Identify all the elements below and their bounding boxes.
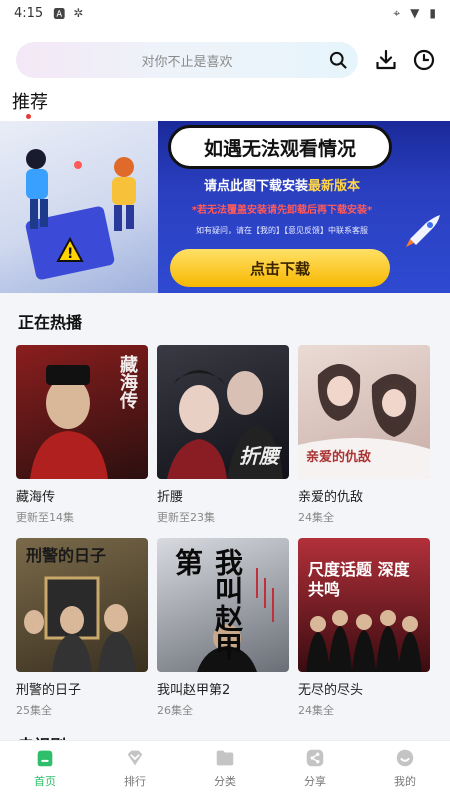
poster-title: 我叫赵甲第 bbox=[171, 548, 244, 660]
download-icon[interactable] bbox=[374, 48, 398, 72]
category-icon bbox=[216, 750, 234, 766]
nav-ranking[interactable]: 排行 bbox=[90, 741, 180, 797]
banner-line2: *若无法覆盖安装请先卸载后再下载安装* bbox=[191, 205, 373, 216]
video-status: 24集全 bbox=[298, 511, 334, 524]
banner-title: 如遇无法观看情况 bbox=[168, 125, 392, 169]
nav-category[interactable]: 分类 bbox=[180, 741, 270, 797]
svg-text:!: ! bbox=[67, 246, 73, 262]
video-card[interactable]: 折腰 折腰 更新至23集 bbox=[157, 345, 289, 525]
video-status: 24集全 bbox=[298, 704, 334, 717]
video-card[interactable]: 藏海传 藏海传 更新至14集 bbox=[16, 345, 148, 525]
status-bar: 4:15 🅰 ✲ ⌖ ▼ ▮ bbox=[0, 0, 450, 26]
video-poster[interactable]: 亲爱的仇敌 bbox=[298, 345, 430, 479]
search-placeholder: 对你不止是喜欢 bbox=[141, 54, 233, 70]
download-button[interactable]: 点击下载 bbox=[170, 249, 390, 287]
rocket-icon bbox=[406, 215, 440, 247]
status-time: 4:15 bbox=[14, 5, 44, 21]
video-poster[interactable]: 尺度话题 深度共鸣 bbox=[298, 538, 430, 672]
video-title: 藏海传 bbox=[16, 490, 56, 505]
video-title: 无尽的尽头 bbox=[298, 683, 364, 698]
search-input[interactable]: 对你不止是喜欢 bbox=[16, 42, 358, 78]
video-poster[interactable]: 刑警的日子 bbox=[16, 538, 148, 672]
banner-line3: 如有疑问，请在【我的】【意见反馈】中联系客服 bbox=[196, 226, 368, 235]
video-title: 刑警的日子 bbox=[16, 683, 82, 698]
video-card[interactable]: 尺度话题 深度共鸣 无尽的尽头 24集全 bbox=[298, 538, 430, 718]
battery-icon: ▮ bbox=[429, 6, 436, 20]
tv-series-title: 电视剧 bbox=[18, 732, 66, 740]
video-status: 26集全 bbox=[157, 704, 193, 717]
nav-label: 首页 bbox=[34, 775, 56, 788]
banner-line1: 请点此图下载安装最新版本 bbox=[160, 175, 404, 194]
video-card[interactable]: 我叫赵甲第 我叫赵甲第2 26集全 bbox=[157, 538, 289, 718]
nav-label: 排行 bbox=[124, 775, 146, 788]
history-icon[interactable] bbox=[412, 48, 436, 72]
promo-banner[interactable]: ! 如遇无法观看情况 请点此图下载安装最新版本 *若无法覆盖安装请先卸载后再下载… bbox=[0, 121, 450, 293]
tab-recommend[interactable]: 推荐 bbox=[12, 88, 48, 114]
bug-icon: ✲ bbox=[73, 6, 84, 20]
nav-label: 分类 bbox=[214, 775, 236, 788]
nav-label: 我的 bbox=[394, 775, 416, 788]
banner-line1-highlight: 最新版本 bbox=[308, 179, 361, 194]
profile-icon bbox=[396, 749, 414, 767]
nav-home[interactable]: 首页 bbox=[0, 741, 90, 797]
home-icon bbox=[37, 750, 53, 767]
video-status: 更新至14集 bbox=[16, 511, 74, 524]
poster-title: 折腰 bbox=[239, 444, 279, 468]
search-icon[interactable] bbox=[328, 50, 348, 70]
video-poster[interactable]: 我叫赵甲第 bbox=[157, 538, 289, 672]
video-title: 亲爱的仇敌 bbox=[298, 490, 364, 505]
banner-line1-prefix: 请点此图下载安装 bbox=[203, 179, 308, 194]
ranking-icon bbox=[127, 750, 143, 766]
video-card[interactable]: 亲爱的仇敌 亲爱的仇敌 24集全 bbox=[298, 345, 430, 525]
video-title: 我叫赵甲第2 bbox=[157, 683, 231, 698]
video-status: 更新至23集 bbox=[157, 511, 215, 524]
poster-title: 藏海传 bbox=[117, 355, 138, 409]
a-icon: 🅰 bbox=[53, 6, 66, 21]
nav-profile[interactable]: 我的 bbox=[360, 741, 450, 797]
video-card[interactable]: 刑警的日子 刑警的日子 25集全 bbox=[16, 538, 148, 718]
video-poster[interactable]: 藏海传 bbox=[16, 345, 148, 479]
nav-share[interactable]: 分享 bbox=[270, 741, 360, 797]
search-row: 对你不止是喜欢 bbox=[0, 38, 450, 82]
poster-title: 刑警的日子 bbox=[26, 546, 107, 565]
location-icon: ⌖ bbox=[393, 5, 401, 20]
bottom-nav: 首页 排行 分类 分享 我的 bbox=[0, 740, 450, 797]
status-right-icons: ⌖ ▼ ▮ bbox=[393, 6, 436, 21]
banner-illustration: ! bbox=[0, 121, 158, 293]
share-icon bbox=[306, 749, 324, 767]
video-status: 25集全 bbox=[16, 704, 52, 717]
video-poster[interactable]: 折腰 bbox=[157, 345, 289, 479]
nav-label: 分享 bbox=[304, 775, 326, 788]
wifi-icon: ▼ bbox=[410, 6, 420, 20]
now-playing-title: 正在热播 bbox=[18, 313, 83, 332]
poster-title: 亲爱的仇敌 bbox=[306, 450, 372, 465]
tab-active-indicator bbox=[26, 114, 31, 119]
poster-title: 尺度话题 深度共鸣 bbox=[308, 560, 410, 599]
video-title: 折腰 bbox=[157, 490, 184, 505]
